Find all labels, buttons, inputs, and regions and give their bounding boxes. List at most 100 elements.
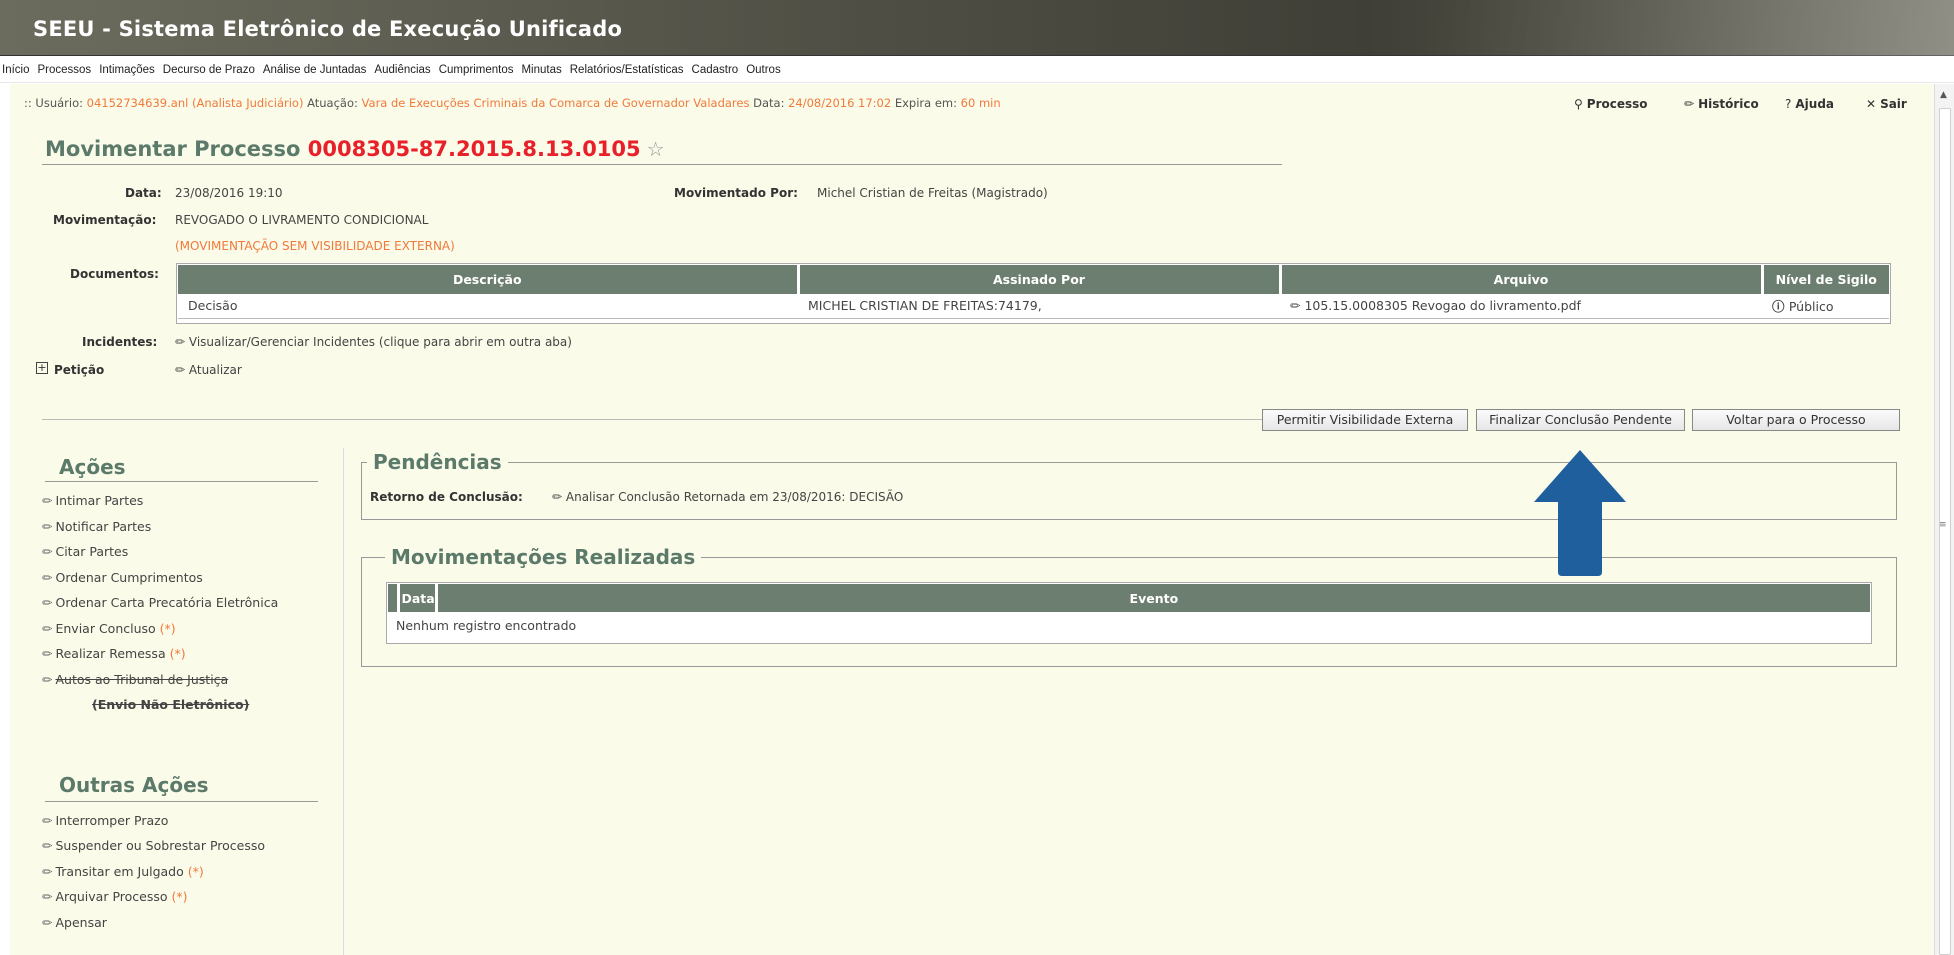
historico-link[interactable]: ✏ Histórico [1684,97,1759,111]
action-arquivar-processo[interactable]: ✏ Arquivar Processo (*) [42,889,188,904]
action-suspender-processo[interactable]: ✏ Suspender ou Sobrestar Processo [42,838,265,853]
session-date: 24/08/2016 17:02 [788,96,892,110]
user-name: 04152734639.anl (Analista Judiciário) [86,96,304,110]
menu-item-outros[interactable]: Outros [746,64,781,76]
session-expiry: 60 min [960,96,1001,110]
data-label: Data: [125,186,162,200]
peticao-label: Petição [54,363,105,377]
doc-descricao: Decisão [178,294,798,319]
action-notificar-partes[interactable]: ✏ Notificar Partes [42,519,151,534]
pencil-icon: ✏ [42,544,53,559]
pencil-icon: ✏ [42,672,53,687]
retorno-conclusao-link[interactable]: ✏ Analisar Conclusão Retornada em 23/08/… [552,490,903,504]
pencil-icon: ✏ [1684,97,1695,111]
menu-item-cadastro[interactable]: Cadastro [692,64,739,76]
incidentes-link[interactable]: ✏ Visualizar/Gerenciar Incidentes (cliqu… [175,335,572,349]
process-number: 0008305-87.2015.8.13.0105 [307,137,641,161]
col-arquivo[interactable]: Arquivo [1280,265,1764,294]
action-interromper-prazo[interactable]: ✏ Interromper Prazo [42,813,168,828]
pencil-icon: ✏ [42,570,53,585]
menu-item-minutas[interactable]: Minutas [521,64,561,76]
scroll-grip-icon: ≡ [1939,520,1947,530]
column-divider [343,448,344,955]
col-assinado-por[interactable]: Assinado Por [798,265,1282,294]
col-data[interactable]: Data [398,584,438,612]
scrollbar-thumb[interactable] [1939,108,1951,955]
pendencias-title: Pendências [367,450,508,474]
menu-item-intimacoes[interactable]: Intimações [99,64,155,76]
main-menu: Início Processos Intimações Decurso de P… [0,57,1954,83]
pencil-icon: ✏ [42,621,53,636]
action-apensar[interactable]: ✏ Apensar [42,915,107,930]
action-realizar-remessa[interactable]: ✏ Realizar Remessa (*) [42,646,186,661]
pencil-icon: ✏ [175,335,189,349]
acoes-title: Ações [59,455,126,479]
menu-item-relatorios[interactable]: Relatórios/Estatísticas [570,64,684,76]
star-icon[interactable]: ☆ [647,137,665,161]
menu-item-audiencias[interactable]: Audiências [374,64,430,76]
action-transitar-julgado[interactable]: ✏ Transitar em Julgado (*) [42,864,204,879]
empty-message: Nenhum registro encontrado [396,617,577,633]
close-icon: ✕ [1866,97,1877,111]
title-divider [42,164,1282,165]
pencil-icon: ✏ [1290,298,1305,314]
search-icon: ⚲ [1574,97,1583,111]
section-divider [42,419,1262,420]
doc-file-link[interactable]: 105.15.0008305 Revogao do livramento.pdf [1304,298,1581,313]
finalizar-conclusao-button[interactable]: Finalizar Conclusão Pendente [1476,409,1685,431]
action-citar-partes[interactable]: ✏ Citar Partes [42,544,128,559]
movimentado-label: Movimentado Por: [674,186,798,200]
col-evento[interactable]: Evento [436,584,1870,612]
movimentado-value: Michel Cristian de Freitas (Magistrado) [817,186,1048,200]
scroll-up-icon[interactable]: ▲ [1940,90,1947,100]
pencil-icon: ✏ [42,838,53,853]
menu-item-analise-juntadas[interactable]: Análise de Juntadas [263,64,367,76]
action-autos-tribunal[interactable]: ✏ Autos ao Tribunal de Justiça [42,672,228,687]
acoes-divider [45,481,318,482]
movimentacoes-title: Movimentações Realizadas [385,545,702,569]
header-decoration [1434,0,1954,56]
action-ordenar-carta-precatoria[interactable]: ✏ Ordenar Carta Precatória Eletrônica [42,595,278,610]
info-icon: ⓘ [1772,299,1789,315]
action-ordenar-cumprimentos[interactable]: ✏ Ordenar Cumprimentos [42,570,203,585]
action-enviar-concluso[interactable]: ✏ Enviar Concluso (*) [42,621,176,636]
pencil-icon: ✏ [42,813,53,828]
retorno-conclusao-label: Retorno de Conclusão: [370,490,523,504]
pencil-icon: ✏ [42,519,53,534]
table-row: Nenhum registro encontrado [388,612,1870,638]
pencil-icon: ✏ [175,363,189,377]
processo-link[interactable]: ⚲ Processo [1574,97,1648,111]
permitir-visibilidade-button[interactable]: Permitir Visibilidade Externa [1262,409,1468,431]
envio-nao-eletronico-note: (Envio Não Eletrônico) [92,697,250,712]
movimentacoes-table: Data Evento Nenhum registro encontrado [388,584,1870,638]
peticao-atualizar-link[interactable]: ✏ Atualizar [175,363,242,377]
pencil-icon: ✏ [552,490,566,504]
action-intimar-partes[interactable]: ✏ Intimar Partes [42,493,143,508]
pencil-icon: ✏ [42,864,53,879]
menu-item-processos[interactable]: Processos [38,64,92,76]
col-nivel-sigilo[interactable]: Nível de Sigilo [1762,265,1889,294]
user-atuacao: Vara de Execuções Criminais da Comarca d… [361,96,750,110]
menu-item-cumprimentos[interactable]: Cumprimentos [439,64,514,76]
documents-table: Descrição Assinado Por Arquivo Nível de … [178,265,1889,319]
menu-item-decurso-prazo[interactable]: Decurso de Prazo [163,64,255,76]
col-descricao[interactable]: Descrição [178,265,800,294]
pencil-icon: ✏ [42,646,53,661]
sair-link[interactable]: ✕ Sair [1866,97,1907,111]
ajuda-link[interactable]: ? Ajuda [1785,97,1834,111]
movimentacao-label: Movimentação: [53,213,157,227]
documentos-label: Documentos: [70,267,159,281]
data-value: 23/08/2016 19:10 [175,186,283,200]
pencil-icon: ✏ [42,493,53,508]
app-title: SEEU - Sistema Eletrônico de Execução Un… [33,17,623,41]
vertical-scrollbar[interactable]: ▲ ≡ [1934,84,1954,955]
app-header: SEEU - Sistema Eletrônico de Execução Un… [0,0,1954,56]
expand-icon[interactable]: + [36,362,48,374]
help-icon: ? [1785,97,1792,111]
menu-item-inicio[interactable]: Início [2,64,30,76]
pencil-icon: ✏ [42,595,53,610]
movimentacao-value: REVOGADO O LIVRAMENTO CONDICIONAL [175,213,429,227]
voltar-processo-button[interactable]: Voltar para o Processo [1692,409,1900,431]
required-mark: (*) [169,646,186,661]
movimentacao-note: (MOVIMENTAÇÃO SEM VISIBILIDADE EXTERNA) [175,239,455,253]
